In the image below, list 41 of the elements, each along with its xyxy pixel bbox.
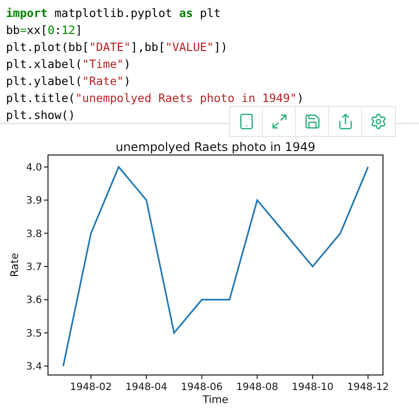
y-axis-label: Rate: [9, 252, 21, 278]
x-tick-label: 1948-04: [125, 382, 168, 393]
x-tick-label: 1948-06: [180, 382, 223, 393]
y-tick: 3.9: [26, 196, 48, 207]
y-tick: 3.7: [26, 262, 48, 273]
x-tick: 1948-06: [180, 374, 223, 393]
y-tick-label: 3.4: [26, 362, 42, 373]
y-tick: 3.8: [26, 228, 48, 240]
y-tick: 3.5: [26, 328, 48, 340]
share-icon: [336, 113, 354, 130]
y-tick: 4.0: [26, 162, 48, 174]
code-line: plt.ylabel("Rate"): [6, 73, 131, 90]
y-tick-label: 4.0: [26, 162, 42, 174]
code-line: plt.plot(bb["DATE"],bb["VALUE"]): [6, 39, 228, 56]
x-tick: 1948-12: [347, 374, 389, 393]
x-tick: 1948-10: [292, 374, 334, 393]
x-tick-label: 1948-12: [347, 382, 389, 393]
x-tick-label: 1948-08: [236, 382, 278, 393]
y-tick-label: 3.6: [26, 295, 42, 306]
code-line: bb=xx[0:12]: [6, 22, 82, 39]
y-tick-label: 3.8: [26, 228, 42, 240]
y-tick: 3.6: [26, 295, 48, 306]
save-icon: [304, 113, 320, 130]
x-tick-label: 1948-10: [292, 382, 334, 393]
y-tick-label: 3.5: [26, 328, 42, 340]
x-tick-label: 1948-02: [70, 382, 112, 393]
x-tick: 1948-02: [70, 374, 112, 393]
x-axis-label: Time: [202, 394, 228, 406]
code-line: plt.title("unempolyed Raets photo in 1949"): [6, 90, 304, 107]
code-line: plt.xlabel("Time"): [6, 56, 131, 73]
y-tick: 3.4: [26, 362, 48, 373]
settings-icon: [370, 113, 387, 130]
tablet-icon: [238, 113, 254, 130]
code-line: import matplotlib.pyplot as plt: [6, 5, 221, 22]
x-tick: 1948-04: [125, 374, 168, 393]
expand-icon: [270, 113, 288, 130]
chart-title: unempolyed Raets photo in 1949: [116, 140, 316, 154]
y-tick-label: 3.7: [26, 262, 42, 273]
code-line: plt.show(): [6, 107, 76, 124]
x-tick: 1948-08: [236, 374, 278, 393]
y-tick-label: 3.9: [26, 196, 42, 207]
